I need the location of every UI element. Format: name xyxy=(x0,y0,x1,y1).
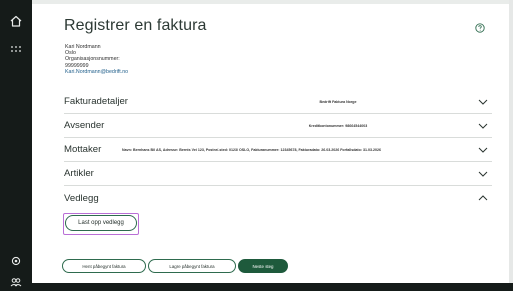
section-title: Fakturadetaljer xyxy=(64,96,128,107)
section-title: Vedlegg xyxy=(64,192,99,204)
chevron-down-icon[interactable] xyxy=(478,146,488,154)
save-draft-button[interactable]: Lagre påbegynt faktura xyxy=(148,259,236,273)
section-artikler[interactable]: Artikler xyxy=(64,162,492,186)
section-summary: Kreditkontonummer: 98664544003 xyxy=(308,123,368,128)
org-number-label: Organisasjonsnummer: xyxy=(65,56,120,63)
section-summary: Bedrift Faktura Norge xyxy=(319,99,357,104)
section-title: Mottaker xyxy=(64,144,102,155)
grid-dots-icon[interactable] xyxy=(7,40,25,58)
right-scroll-rail[interactable] xyxy=(509,0,513,291)
left-nav-rail xyxy=(0,0,32,291)
question-circle-icon[interactable] xyxy=(475,20,485,33)
section-title: Avsender xyxy=(64,120,105,131)
next-step-button[interactable]: Neste steg xyxy=(238,259,288,273)
page-title: Registrer en faktura xyxy=(64,17,207,34)
sender-email: Kari.Nordmann@bedrift.no xyxy=(65,68,129,75)
chevron-down-icon[interactable] xyxy=(478,170,488,178)
bottom-bar xyxy=(32,283,513,291)
chevron-down-icon[interactable] xyxy=(478,122,488,130)
chevron-down-icon[interactable] xyxy=(478,98,488,106)
home-icon[interactable] xyxy=(7,12,25,30)
section-fakturadetaljer[interactable]: Fakturadetaljer Bedrift Faktura Norge xyxy=(64,90,492,114)
section-mottaker[interactable]: Mottaker Navn: Bernhans Bil AS, Adresse:… xyxy=(64,138,492,162)
section-title: Artikler xyxy=(64,168,94,179)
sender-info: Kari Nordmann Oslo Organisasjonsnummer: … xyxy=(65,44,128,75)
load-draft-button[interactable]: Hent påbegynt faktura xyxy=(62,259,146,273)
chevron-up-icon[interactable] xyxy=(478,194,488,202)
main-content: Registrer en faktura Kari Nordmann Oslo … xyxy=(32,4,509,283)
section-vedlegg[interactable]: Vedlegg xyxy=(64,186,492,210)
settings-icon[interactable] xyxy=(7,252,25,270)
users-icon[interactable] xyxy=(7,273,25,291)
section-avsender[interactable]: Avsender Kreditkontonummer: 98664544003 xyxy=(64,114,492,138)
upload-attachment-button[interactable]: Last opp vedlegg xyxy=(65,215,137,231)
section-summary: Navn: Bernhans Bil AS, Adresse: Bernts V… xyxy=(122,147,381,152)
